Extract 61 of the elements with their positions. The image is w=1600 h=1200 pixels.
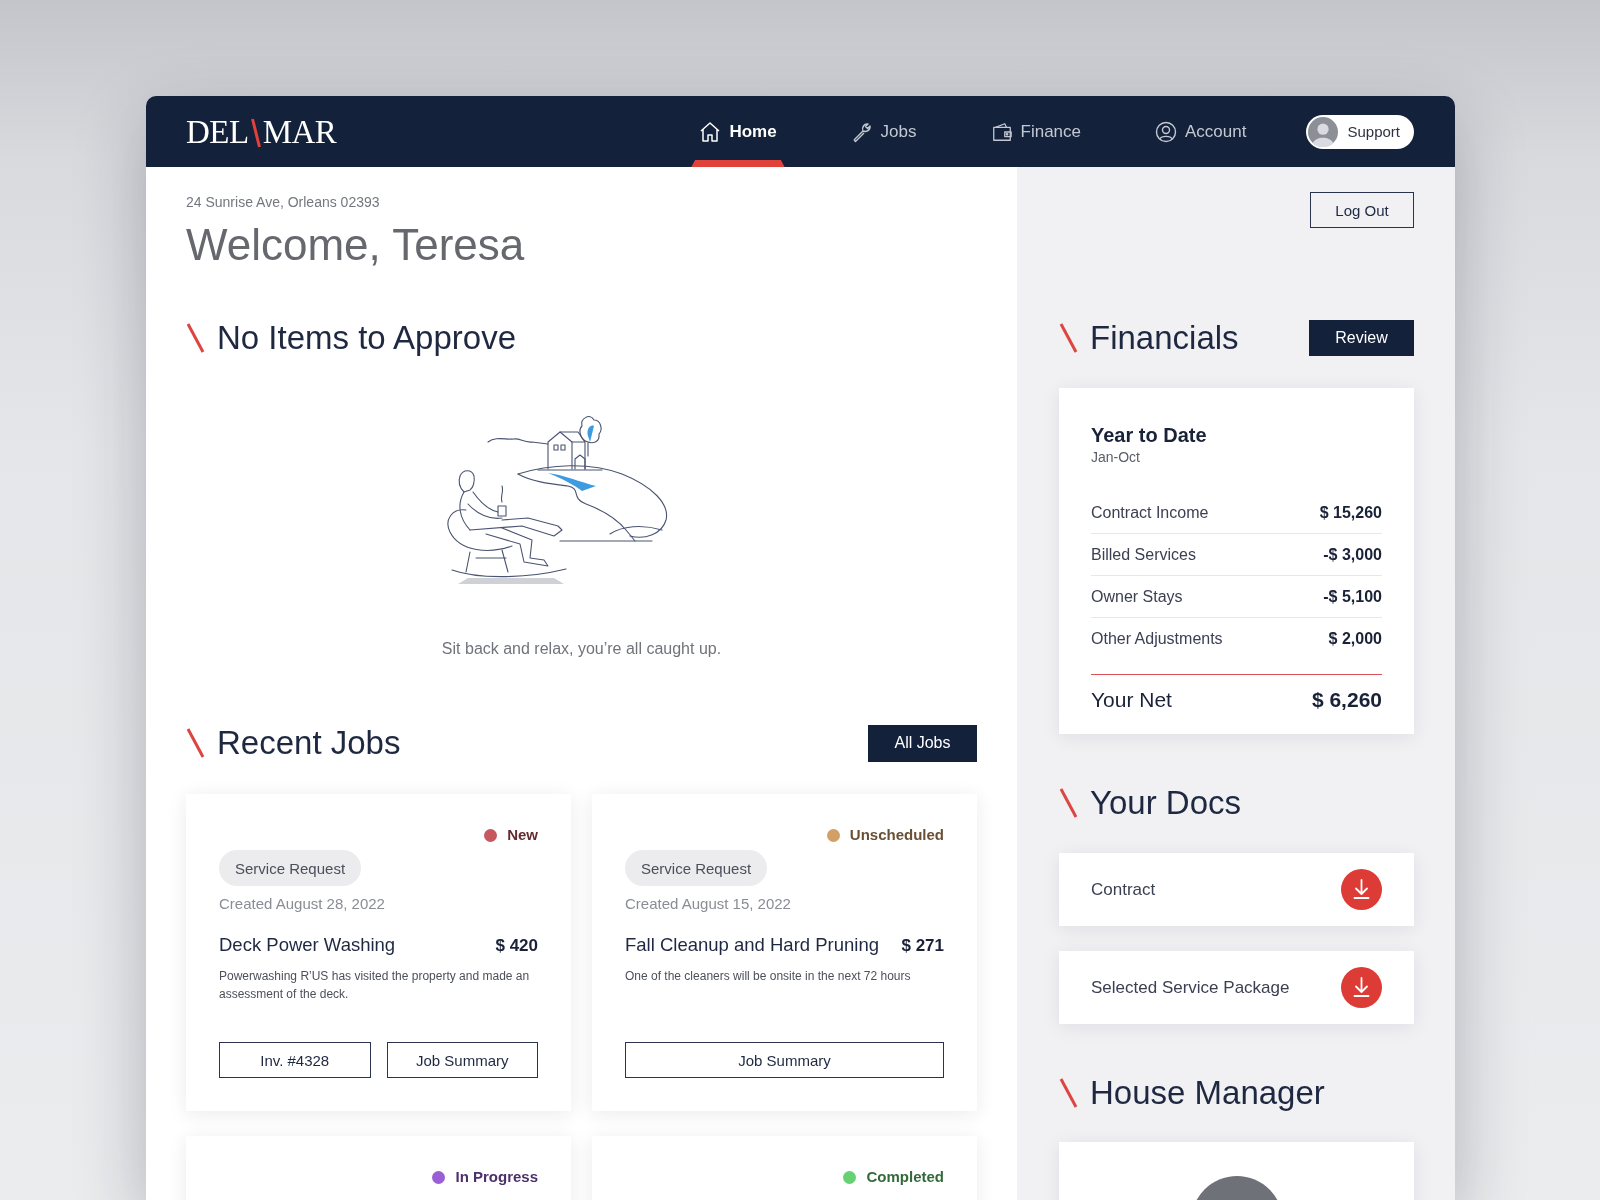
- net-label: Your Net: [1091, 687, 1172, 713]
- nav-tab[interactable]: Account: [1147, 96, 1255, 167]
- download-icon[interactable]: [1341, 869, 1382, 910]
- download-icon[interactable]: [1341, 967, 1382, 1008]
- empty-state-caption: Sit back and relax, you’re all caught up.: [441, 639, 722, 659]
- section-title: Financials: [1090, 318, 1239, 358]
- nav-tab[interactable]: Finance: [982, 96, 1089, 167]
- slash-icon: [186, 323, 205, 353]
- date-range: Jan-Oct: [1091, 448, 1141, 466]
- home-icon: [699, 120, 722, 143]
- line-item-label: Owner Stays: [1091, 587, 1183, 606]
- nav-tab[interactable]: Home: [691, 96, 785, 167]
- line-item-label: Contract Income: [1091, 503, 1209, 522]
- log-out-button[interactable]: Log Out: [1310, 192, 1414, 228]
- wallet-icon: [990, 120, 1013, 143]
- line-item-amount: $ 2,000: [1328, 629, 1382, 648]
- job-action-button[interactable]: Job Summary: [386, 1042, 538, 1078]
- net-amount: $ 6,260: [1311, 687, 1382, 713]
- support-button[interactable]: Support: [1306, 114, 1414, 149]
- logo-slash-icon: [250, 117, 261, 148]
- job-action-button[interactable]: Job Summary: [625, 1042, 944, 1078]
- status-label: Completed: [866, 1168, 944, 1186]
- line-item-label: Other Adjustments: [1091, 629, 1223, 648]
- review-button[interactable]: Review: [1309, 320, 1414, 356]
- nav-tab[interactable]: Jobs: [842, 96, 925, 167]
- document-name: Selected Service Package: [1091, 977, 1290, 998]
- line-item-amount: -$ 3,000: [1323, 545, 1382, 564]
- line-item-amount: $ 15,260: [1319, 503, 1382, 522]
- section-title: Recent Jobs: [217, 723, 401, 763]
- section-title: No Items to Approve: [217, 318, 516, 358]
- avatar-icon: [1308, 116, 1339, 147]
- property-address: 24 Sunrise Ave, Orleans 02393: [186, 193, 380, 211]
- job-price: $ 271: [901, 936, 944, 956]
- job-type-tag: Service Request: [625, 850, 768, 886]
- slash-icon: [186, 728, 205, 758]
- created-date: Created August 28, 2022: [219, 895, 385, 913]
- logo-text: DEL: [186, 113, 249, 150]
- status-label: New: [507, 826, 538, 844]
- card-title: Year to Date: [1091, 423, 1208, 447]
- slash-icon: [1059, 788, 1078, 818]
- job-type-tag: Service Request: [219, 850, 362, 886]
- created-date: Created August 15, 2022: [625, 895, 791, 913]
- line-item-label: Billed Services: [1091, 545, 1196, 564]
- section-title: House Manager: [1090, 1073, 1325, 1113]
- logo-text: MAR: [262, 113, 337, 150]
- job-price: $ 420: [495, 936, 538, 956]
- job-description: Powerwashing R’US has visited the property and made an assessment of the deck.: [219, 968, 531, 1003]
- job-title: Deck Power Washing: [219, 933, 396, 957]
- slash-icon: [1059, 323, 1078, 353]
- status-label: Unscheduled: [849, 826, 944, 844]
- section-title: Your Docs: [1090, 783, 1242, 823]
- line-item-amount: -$ 5,100: [1323, 587, 1382, 606]
- status-label: In Progress: [455, 1168, 538, 1186]
- all-jobs-button[interactable]: All Jobs: [868, 724, 977, 762]
- slash-icon: [1059, 1078, 1078, 1108]
- welcome-heading: Welcome, Teresa: [186, 219, 525, 271]
- job-action-button[interactable]: Inv. #4328: [219, 1042, 371, 1078]
- job-description: One of the cleaners will be onsite in the next 72 hours: [625, 968, 912, 985]
- user-circle-icon: [1155, 120, 1177, 143]
- job-title: Fall Cleanup and Hard Pruning: [625, 933, 879, 957]
- document-name: Contract: [1091, 879, 1156, 900]
